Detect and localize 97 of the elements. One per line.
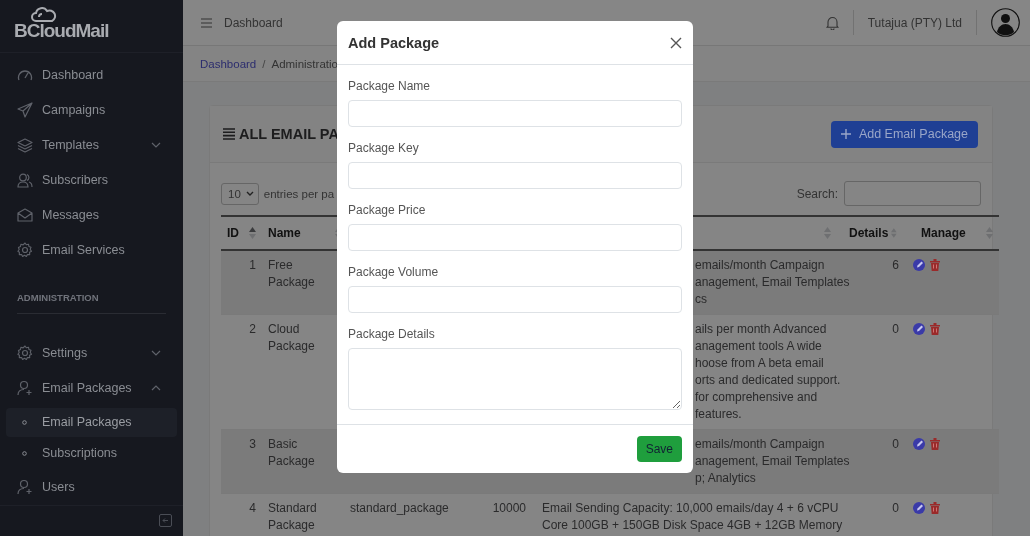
sidebar-item[interactable]: Email Services [0, 232, 183, 268]
description-text: orts and dedicated support. [695, 372, 841, 389]
sidebar-item[interactable]: Messages [0, 197, 183, 233]
description-text: anagement, Email Templates [695, 453, 850, 470]
description-text: emails/month Campaign [695, 436, 825, 453]
plus-icon [840, 129, 851, 139]
description-text: for comprehensive and [695, 389, 818, 406]
edit-icon[interactable] [913, 438, 925, 450]
envelope-icon [17, 208, 33, 223]
user-plus-icon [17, 380, 33, 397]
description-text: Core 100GB + 150GB Disk Space 4GB + 12GB Memory [542, 517, 843, 534]
user-plus-icon [17, 479, 33, 496]
trash-icon[interactable] [930, 323, 940, 335]
edit-icon[interactable] [913, 502, 925, 514]
description-text: hoose from A beta email [695, 355, 824, 372]
trash-icon[interactable] [930, 438, 940, 450]
trash-icon[interactable] [930, 259, 940, 271]
field-label: Package Price [348, 203, 427, 217]
sidebar-item[interactable]: Templates [0, 127, 183, 163]
edit-icon[interactable] [913, 259, 925, 271]
dialog-title: Add Package [348, 34, 440, 51]
text-input[interactable] [348, 162, 682, 189]
description-text: p; Analytics [695, 470, 756, 487]
list-icon [223, 128, 235, 140]
text-input[interactable] [348, 224, 682, 251]
page-size-label: entries per pa [263, 187, 335, 200]
field-label: Package Volume [348, 265, 440, 279]
logo: BCloudMail [14, 19, 109, 41]
gear-icon [17, 345, 33, 362]
details-count: 0 [892, 437, 899, 451]
description-text: anagement, Email Templates [695, 274, 850, 291]
sidebar-item[interactable]: Dashboard [0, 57, 183, 93]
search-label: Search: [796, 186, 838, 201]
text-input[interactable] [348, 286, 682, 313]
search-field[interactable] [844, 181, 981, 206]
package-key: standard_package [350, 501, 449, 515]
breadcrumb-current: Administratio [271, 57, 338, 70]
description-text: emails/month Campaign [695, 257, 825, 274]
close-icon[interactable] [670, 36, 682, 49]
description-text: cs [695, 291, 707, 308]
cloud-icon [31, 6, 57, 22]
sidebar-item[interactable]: Email Packages [0, 370, 183, 406]
collapse-icon[interactable] [159, 514, 172, 528]
speedometer-icon [17, 68, 33, 83]
details-count: 0 [892, 322, 899, 336]
paper-plane-icon [17, 102, 33, 119]
column-header[interactable]: Details [849, 226, 889, 240]
details-count: 6 [892, 258, 899, 272]
section-heading: ADMINISTRATION [16, 290, 100, 305]
description-text: features. [695, 406, 742, 423]
id-text: 2 [249, 322, 256, 336]
field-label: Package Key [348, 141, 420, 155]
column-header[interactable]: Manage [921, 226, 966, 240]
column-header[interactable]: ID [227, 226, 239, 240]
caret-icon [245, 191, 254, 196]
page-title: Dashboard [224, 15, 284, 30]
id-text: 3 [249, 437, 256, 451]
breadcrumb-separator: / [262, 57, 266, 70]
page-size-select[interactable]: 10 [221, 182, 259, 205]
sidebar-item[interactable]: Campaigns [0, 92, 183, 128]
bullet-icon [22, 419, 27, 425]
package-name: Free Package [268, 258, 315, 289]
sidebar-item[interactable]: Subscribers [0, 162, 183, 198]
field-label: Package Details [348, 327, 436, 341]
edit-icon[interactable] [913, 323, 925, 335]
id-text: 1 [249, 258, 256, 272]
package-name: Basic Package [268, 437, 315, 468]
sidebar-item[interactable]: Settings [0, 335, 183, 371]
description-text: anagement tools A wide [695, 338, 822, 355]
sidebar-subitem[interactable]: Subscriptions [6, 438, 177, 468]
menu-icon[interactable] [201, 17, 212, 28]
bell-icon[interactable] [825, 15, 839, 30]
column-header[interactable]: Name [268, 226, 301, 240]
trash-icon[interactable] [930, 502, 940, 514]
gear-icon [17, 242, 33, 259]
description-text: ails per month Advanced [695, 321, 827, 338]
package-name: Cloud Package [268, 322, 315, 353]
card-title: ALL EMAIL PA [239, 126, 339, 142]
add-package-button[interactable]: Add Email Package [830, 120, 978, 148]
details-count: 0 [892, 501, 899, 515]
bullet-icon [22, 450, 27, 456]
users-icon [17, 172, 33, 188]
description-text: Email Sending Capacity: 10,000 emails/day 4 + 6 vCPU [542, 500, 839, 517]
layers-icon [17, 137, 33, 153]
text-area[interactable] [348, 348, 682, 410]
package-volume: 10000 [492, 501, 526, 515]
company-name[interactable]: Tutajua (PTY) Ltd [867, 15, 962, 30]
sort-icon[interactable] [249, 227, 256, 239]
sidebar-item[interactable]: Users [0, 469, 183, 505]
breadcrumb-link[interactable]: Dashboard [200, 57, 257, 70]
sidebar-subitem[interactable]: Email Packages [6, 407, 177, 437]
avatar-icon[interactable] [991, 8, 1020, 37]
package-name: Standard Package [268, 501, 317, 532]
text-input[interactable] [348, 100, 682, 127]
save-button[interactable]: Save [636, 436, 682, 462]
id-text: 4 [249, 501, 256, 515]
field-label: Package Name [348, 79, 432, 93]
